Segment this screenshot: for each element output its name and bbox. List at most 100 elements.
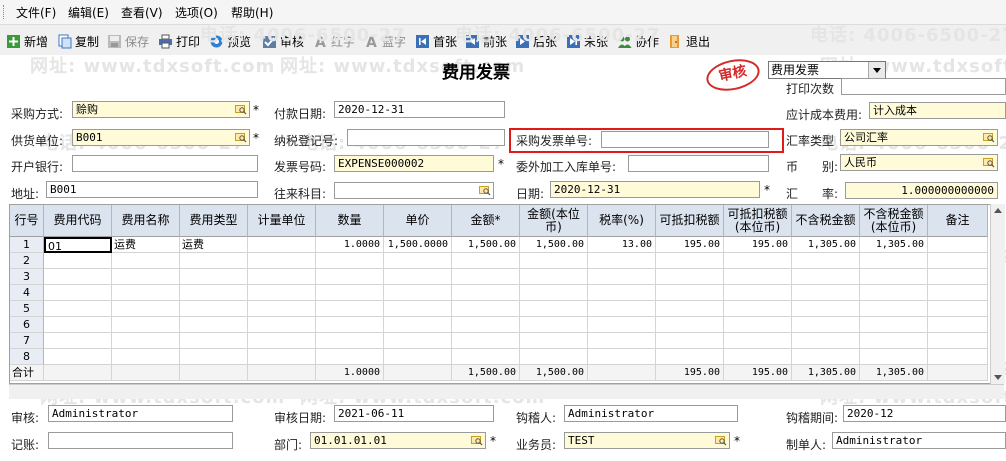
grid-cell[interactable] [452,301,520,317]
lookup-icon[interactable] [983,157,995,168]
grid-cell[interactable] [44,285,112,301]
maker-field[interactable]: Administrator [832,432,1006,449]
scroll-up-icon[interactable] [991,204,1005,218]
grid-cell[interactable] [316,253,384,269]
preview-button[interactable]: 预览 [209,32,251,50]
rate-field[interactable]: 1.000000000000 [845,182,998,199]
grid-cell[interactable] [112,285,180,301]
grid-cell[interactable] [316,285,384,301]
grid-cell[interactable] [112,301,180,317]
grid-cell[interactable] [860,317,928,333]
column-header[interactable]: 数量 [316,205,384,237]
grid-cell[interactable] [316,301,384,317]
address-field[interactable]: B001 [46,181,258,198]
grid-cell[interactable] [180,333,248,349]
audit-date-field[interactable]: 2021-06-11 [334,405,494,422]
purchase-method-field[interactable]: 赊购 [72,101,250,118]
grid-cell[interactable] [316,269,384,285]
grid-cell[interactable] [44,349,112,365]
grid-cell[interactable] [384,333,452,349]
check-period-field[interactable]: 2020-12 [843,405,1006,422]
grid-cell[interactable]: 195.00 [724,237,792,253]
grid-cell[interactable] [860,269,928,285]
grid-cell[interactable] [656,349,724,365]
grid-cell[interactable] [928,349,988,365]
grid-cell[interactable] [384,285,452,301]
invoice-type-select[interactable]: 费用发票 [768,61,886,79]
grid-cell[interactable] [520,285,588,301]
column-header[interactable]: 不含税金额 [792,205,860,237]
grid-cell[interactable] [520,349,588,365]
lookup-icon[interactable] [983,132,995,143]
grid-cell[interactable] [724,269,792,285]
grid-cell[interactable] [112,349,180,365]
grid-cell[interactable] [44,253,112,269]
print-count-field[interactable] [841,78,1006,95]
lookup-icon[interactable] [479,185,491,196]
grid-cell[interactable] [656,317,724,333]
grid-cell[interactable] [588,269,656,285]
grid-cell[interactable] [588,349,656,365]
grid-cell[interactable] [452,253,520,269]
grid-cell[interactable] [656,269,724,285]
grid-cell[interactable]: 01 [44,237,112,253]
grid-cell[interactable] [928,317,988,333]
grid-cell[interactable] [384,349,452,365]
grid-cell[interactable] [860,253,928,269]
grid-cell[interactable] [656,333,724,349]
grid-cell[interactable] [384,269,452,285]
grid-cell[interactable] [180,269,248,285]
grid-cell[interactable] [248,301,316,317]
grid-cell[interactable]: 13.00 [588,237,656,253]
lookup-icon[interactable] [235,104,247,115]
grid-cell[interactable] [588,285,656,301]
grid-cell[interactable] [724,285,792,301]
column-header[interactable]: 费用名称 [112,205,180,237]
column-header[interactable]: 税率(%) [588,205,656,237]
grid-cell[interactable] [520,317,588,333]
grid-cell[interactable] [724,317,792,333]
date-field[interactable]: 2020-12-31 [550,181,760,198]
grid-cell[interactable] [724,301,792,317]
menu-file[interactable]: 文件(F) [16,4,56,21]
grid-cell[interactable] [928,301,988,317]
column-header[interactable]: 费用类型 [180,205,248,237]
exit-button[interactable]: 退出 [668,32,710,50]
scroll-down-icon[interactable] [991,370,1005,384]
prev-button[interactable]: 前张 [465,32,507,50]
menu-edit[interactable]: 编辑(E) [68,4,109,21]
grid-cell[interactable] [180,285,248,301]
grid-cell[interactable] [248,317,316,333]
grid-cell[interactable] [452,285,520,301]
grid-cell[interactable] [44,269,112,285]
grid-cell[interactable] [316,317,384,333]
tax-reg-field[interactable] [347,129,505,146]
invoice-no-field[interactable]: EXPENSE000002 [334,155,494,172]
checker-field[interactable]: Administrator [564,405,738,422]
red-invoice-button[interactable]: A 红字 [313,32,355,51]
grid-cell[interactable] [452,317,520,333]
grid-cell[interactable] [860,301,928,317]
column-header[interactable]: 不含税金额(本位币) [860,205,928,237]
grid-cell[interactable] [248,333,316,349]
grid-cell[interactable]: 运费 [180,237,248,253]
grid-cell[interactable] [588,253,656,269]
grid-cell[interactable] [384,317,452,333]
grid-cell[interactable] [792,269,860,285]
grid-cell[interactable] [384,253,452,269]
column-header[interactable]: 计量单位 [248,205,316,237]
grid-cell[interactable] [316,349,384,365]
column-header[interactable]: 行号 [10,205,44,237]
grid-cell[interactable] [928,285,988,301]
bank-field[interactable] [72,155,258,172]
grid-cell[interactable] [588,301,656,317]
column-header[interactable]: 可抵扣税额(本位币) [724,205,792,237]
grid-cell[interactable] [452,269,520,285]
grid-cell[interactable] [180,253,248,269]
column-header[interactable]: 可抵扣税额 [656,205,724,237]
last-button[interactable]: 末张 [566,32,608,50]
column-header[interactable]: 单价 [384,205,452,237]
department-field[interactable]: 01.01.01.01 [310,432,486,449]
grid-cell[interactable] [248,285,316,301]
salesman-field[interactable]: TEST [564,432,730,449]
